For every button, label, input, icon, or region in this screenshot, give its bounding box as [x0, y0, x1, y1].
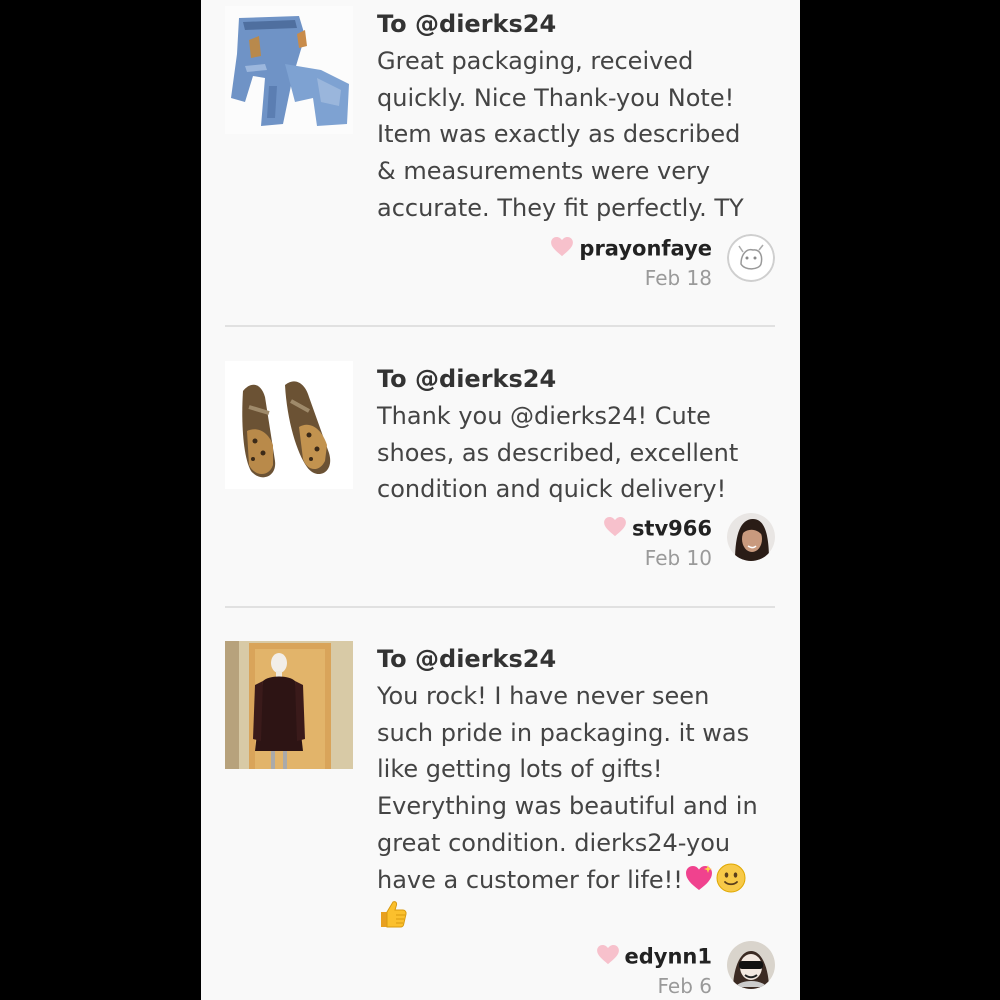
review-recipient[interactable]: To @dierks24	[377, 643, 556, 675]
reviewer-avatar[interactable]	[727, 513, 775, 561]
review-date: Feb 6	[657, 974, 713, 998]
heart-icon[interactable]	[596, 944, 619, 965]
review-date: Feb 10	[644, 546, 712, 570]
reviewer-username[interactable]: edynn1	[625, 945, 712, 969]
slightly-smiling-face-emoji	[715, 862, 747, 894]
thumbs-up-emoji	[377, 898, 409, 930]
reviewer-avatar[interactable]	[727, 234, 775, 282]
review-meta: prayonfaye Feb 18	[551, 233, 712, 293]
divider	[225, 325, 775, 327]
review-item: To @dierks24 You rock! I have never seen…	[201, 635, 800, 1000]
heart-icon[interactable]	[604, 516, 626, 537]
listing-thumbnail-jacket[interactable]	[225, 641, 353, 769]
heart-icon[interactable]	[551, 236, 574, 257]
reviewer-username[interactable]: prayonfaye	[579, 237, 712, 261]
review-meta: stv966 Feb 10	[604, 513, 712, 573]
review-text: Thank you @dierks24! Cute shoes, as desc…	[377, 402, 739, 504]
reviewer-avatar[interactable]	[727, 941, 775, 989]
review-recipient[interactable]: To @dierks24	[377, 363, 556, 395]
divider	[225, 606, 775, 608]
review-list-screen: To @dierks24 Great packaging, received q…	[201, 0, 800, 1000]
review-item: To @dierks24 Great packaging, received q…	[201, 0, 800, 300]
review-date: Feb 18	[644, 266, 712, 290]
review-meta: edynn1 Feb 6	[596, 941, 713, 1000]
review-recipient[interactable]: To @dierks24	[377, 8, 556, 40]
review-text: You rock! I have never seen such pride i…	[377, 678, 777, 935]
review-item: To @dierks24 Thank you @dierks24! Cute s…	[201, 355, 800, 585]
listing-thumbnail-sandals[interactable]	[225, 361, 353, 489]
sparkling-heart-emoji	[683, 862, 715, 894]
listing-thumbnail-jeans[interactable]	[225, 6, 353, 134]
reviewer-username[interactable]: stv966	[632, 517, 712, 541]
review-text: Great packaging, received quickly. Nice …	[377, 47, 744, 222]
